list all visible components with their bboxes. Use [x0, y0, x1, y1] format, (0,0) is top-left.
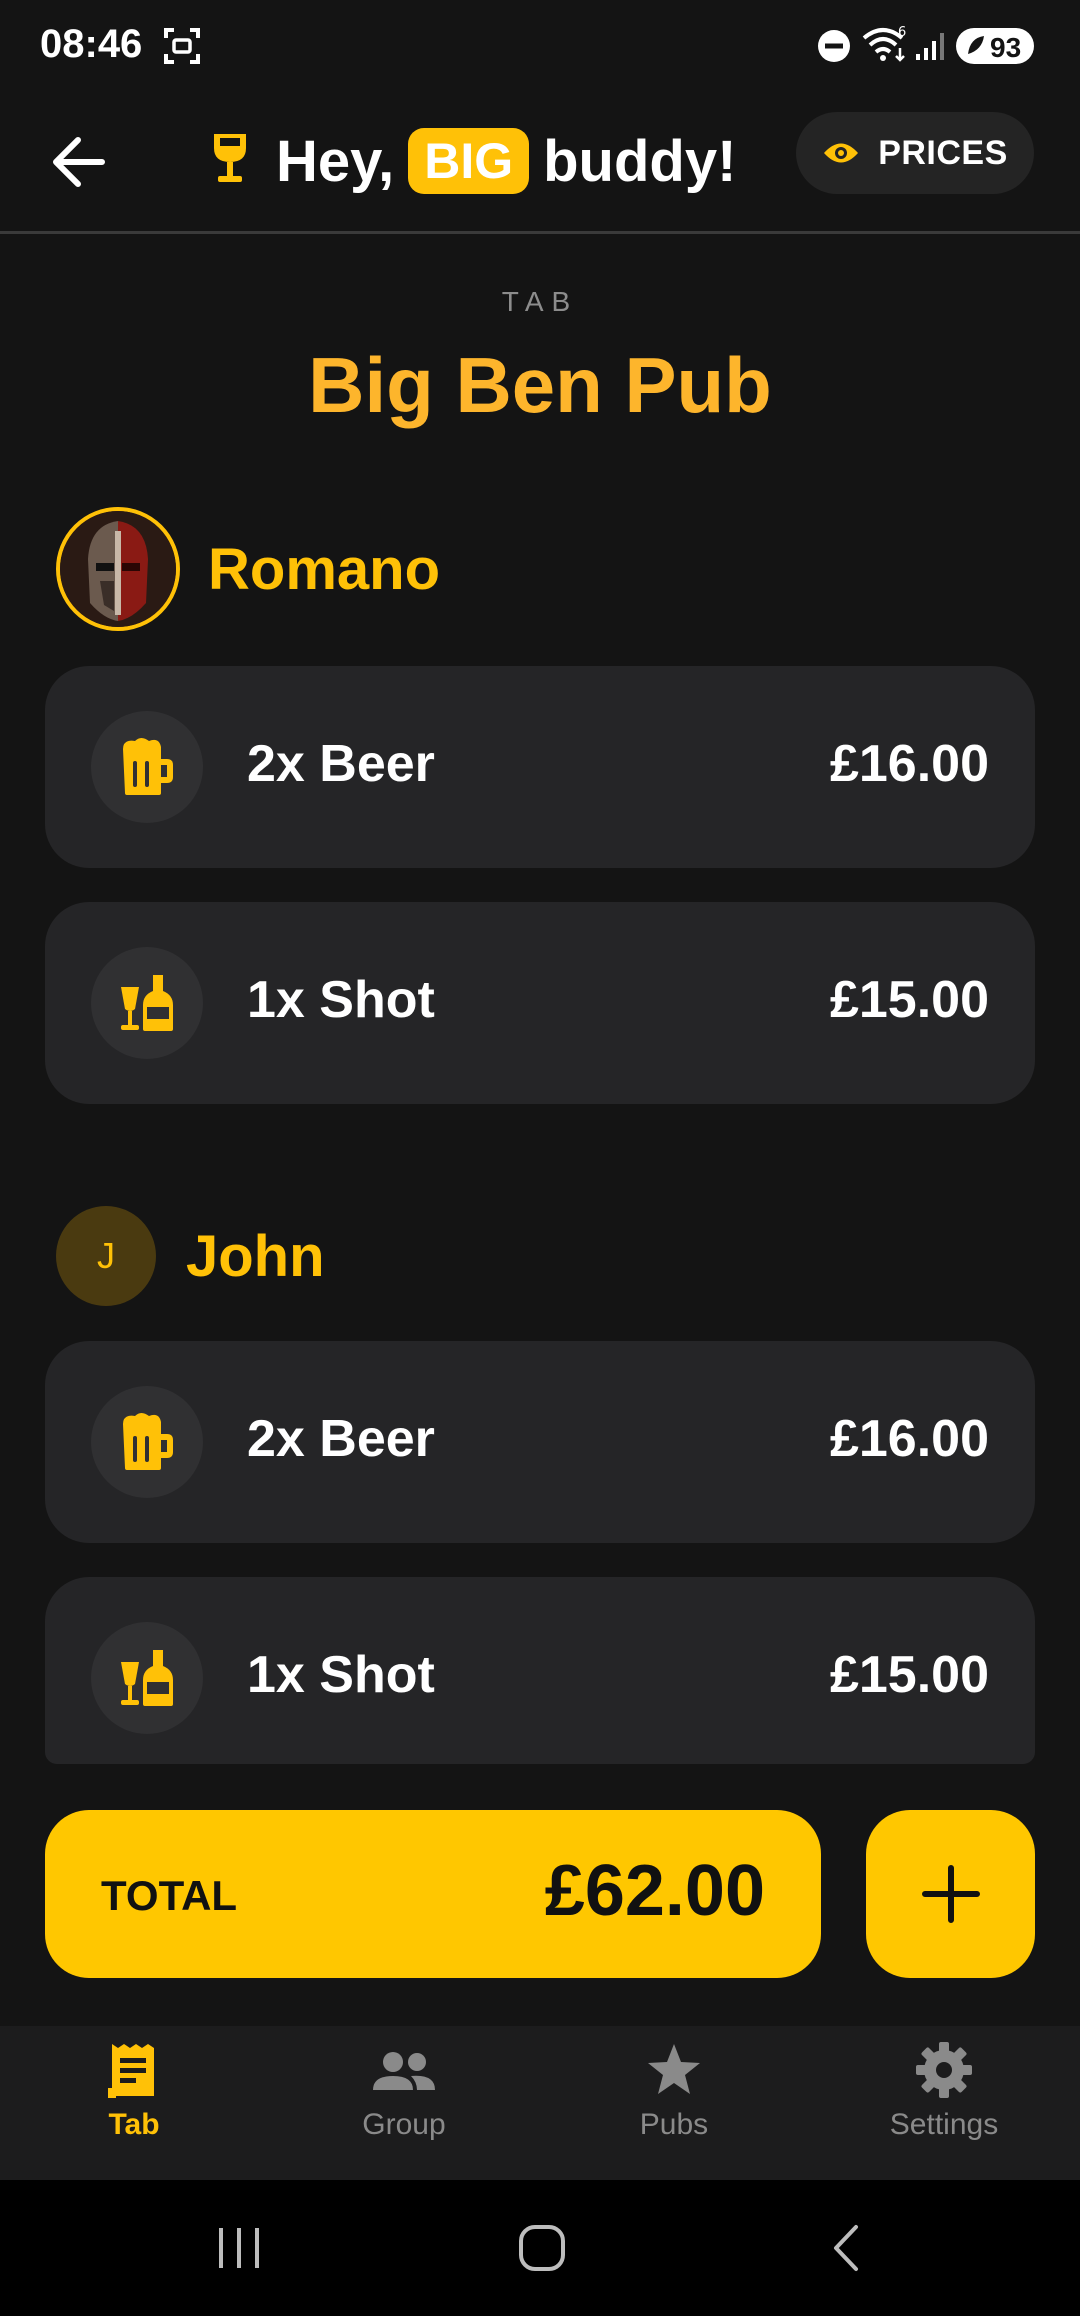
- beer-mug-icon: [123, 738, 173, 795]
- item-price: £15.00: [829, 971, 989, 1029]
- greeting: Hey, BIG buddy!: [210, 116, 736, 206]
- item-label: 1x Shot: [247, 1646, 435, 1704]
- recent-apps-icon: [219, 2228, 259, 2268]
- arrow-left-icon: [53, 137, 105, 187]
- item-icon-circle: [91, 1622, 203, 1734]
- tab-item-card[interactable]: 2x Beer £16.00: [45, 1341, 1035, 1543]
- home-button[interactable]: [502, 2208, 582, 2288]
- app-header: Hey, BIG buddy! PRICES: [0, 96, 1080, 234]
- item-label: 2x Beer: [247, 735, 435, 793]
- tab-label: TAB: [501, 286, 579, 317]
- wifi-icon: 6: [862, 24, 908, 69]
- tab-item-card[interactable]: 2x Beer £16.00: [45, 666, 1035, 868]
- signal-icon: [914, 28, 948, 67]
- battery-icon: 93: [956, 26, 1036, 71]
- status-time: 08:46: [40, 22, 143, 66]
- wine-glass-icon: [210, 132, 250, 191]
- nav-tab[interactable]: Tab: [24, 2040, 244, 2170]
- total-bar[interactable]: TOTAL £62.00: [45, 1810, 821, 1978]
- greeting-prefix: Hey,: [276, 128, 395, 194]
- item-price: £15.00: [829, 1646, 989, 1704]
- nav-label: Pubs: [639, 2108, 709, 2141]
- screenshot-icon: [162, 26, 202, 71]
- nav-settings[interactable]: Settings: [834, 2040, 1054, 2170]
- shot-bottle-icon: [121, 975, 173, 1031]
- battery-level: 93: [990, 32, 1021, 63]
- system-back-button[interactable]: [806, 2208, 886, 2288]
- nav-group[interactable]: Group: [294, 2040, 514, 2170]
- helmet-avatar-image: [60, 511, 176, 627]
- greeting-suffix: buddy!: [543, 128, 737, 194]
- item-price: £16.00: [829, 1410, 989, 1468]
- recent-apps-button[interactable]: [200, 2208, 280, 2288]
- plus-icon: [921, 1865, 980, 1923]
- prices-label: PRICES: [878, 133, 1008, 172]
- item-label: 1x Shot: [247, 971, 435, 1029]
- status-bar: 08:46 6 93: [0, 0, 1080, 96]
- avatar: [56, 507, 180, 631]
- item-label: 2x Beer: [247, 1410, 435, 1468]
- add-item-button[interactable]: [866, 1810, 1035, 1978]
- person-name: John: [186, 1223, 325, 1289]
- shot-bottle-icon: [121, 1650, 173, 1706]
- tab-item-card[interactable]: 1x Shot £15.00: [45, 902, 1035, 1104]
- bottom-nav: Tab Group Pubs Settings: [0, 2026, 1080, 2180]
- back-button[interactable]: [40, 122, 120, 202]
- item-icon-circle: [91, 947, 203, 1059]
- screen: 08:46 6 93 Hey, BIG buddy! PRICES TAB Bi…: [0, 0, 1080, 2316]
- nav-label: Group: [362, 2108, 446, 2141]
- nav-label: Tab: [108, 2108, 160, 2141]
- star-icon: [648, 2044, 700, 2094]
- gear-icon: [916, 2042, 972, 2098]
- home-icon: [519, 2225, 565, 2271]
- item-icon-circle: [91, 711, 203, 823]
- total-label: TOTAL: [101, 1872, 238, 1919]
- greeting-badge: BIG: [408, 128, 530, 194]
- do-not-disturb-icon: [816, 28, 852, 69]
- nav-label: Settings: [889, 2108, 999, 2141]
- person-name: Romano: [208, 536, 440, 602]
- svg-text:6: 6: [898, 25, 906, 40]
- avatar-initial: J: [56, 1206, 156, 1306]
- pub-name: Big Ben Pub: [308, 341, 772, 429]
- chevron-left-icon: [834, 2225, 858, 2271]
- beer-mug-icon: [123, 1413, 173, 1470]
- eye-icon: [824, 143, 859, 163]
- group-icon: [373, 2052, 435, 2090]
- prices-toggle-button[interactable]: PRICES: [796, 112, 1034, 194]
- person-header-romano: Romano: [56, 507, 440, 631]
- person-header-john: J John: [56, 1206, 325, 1306]
- item-icon-circle: [91, 1386, 203, 1498]
- receipt-icon: [108, 2044, 154, 2098]
- tab-item-card[interactable]: 1x Shot £15.00: [45, 1577, 1035, 1764]
- total-value: £62.00: [544, 1851, 765, 1931]
- nav-pubs[interactable]: Pubs: [564, 2040, 784, 2170]
- system-nav-bar: [0, 2180, 1080, 2316]
- item-price: £16.00: [829, 735, 989, 793]
